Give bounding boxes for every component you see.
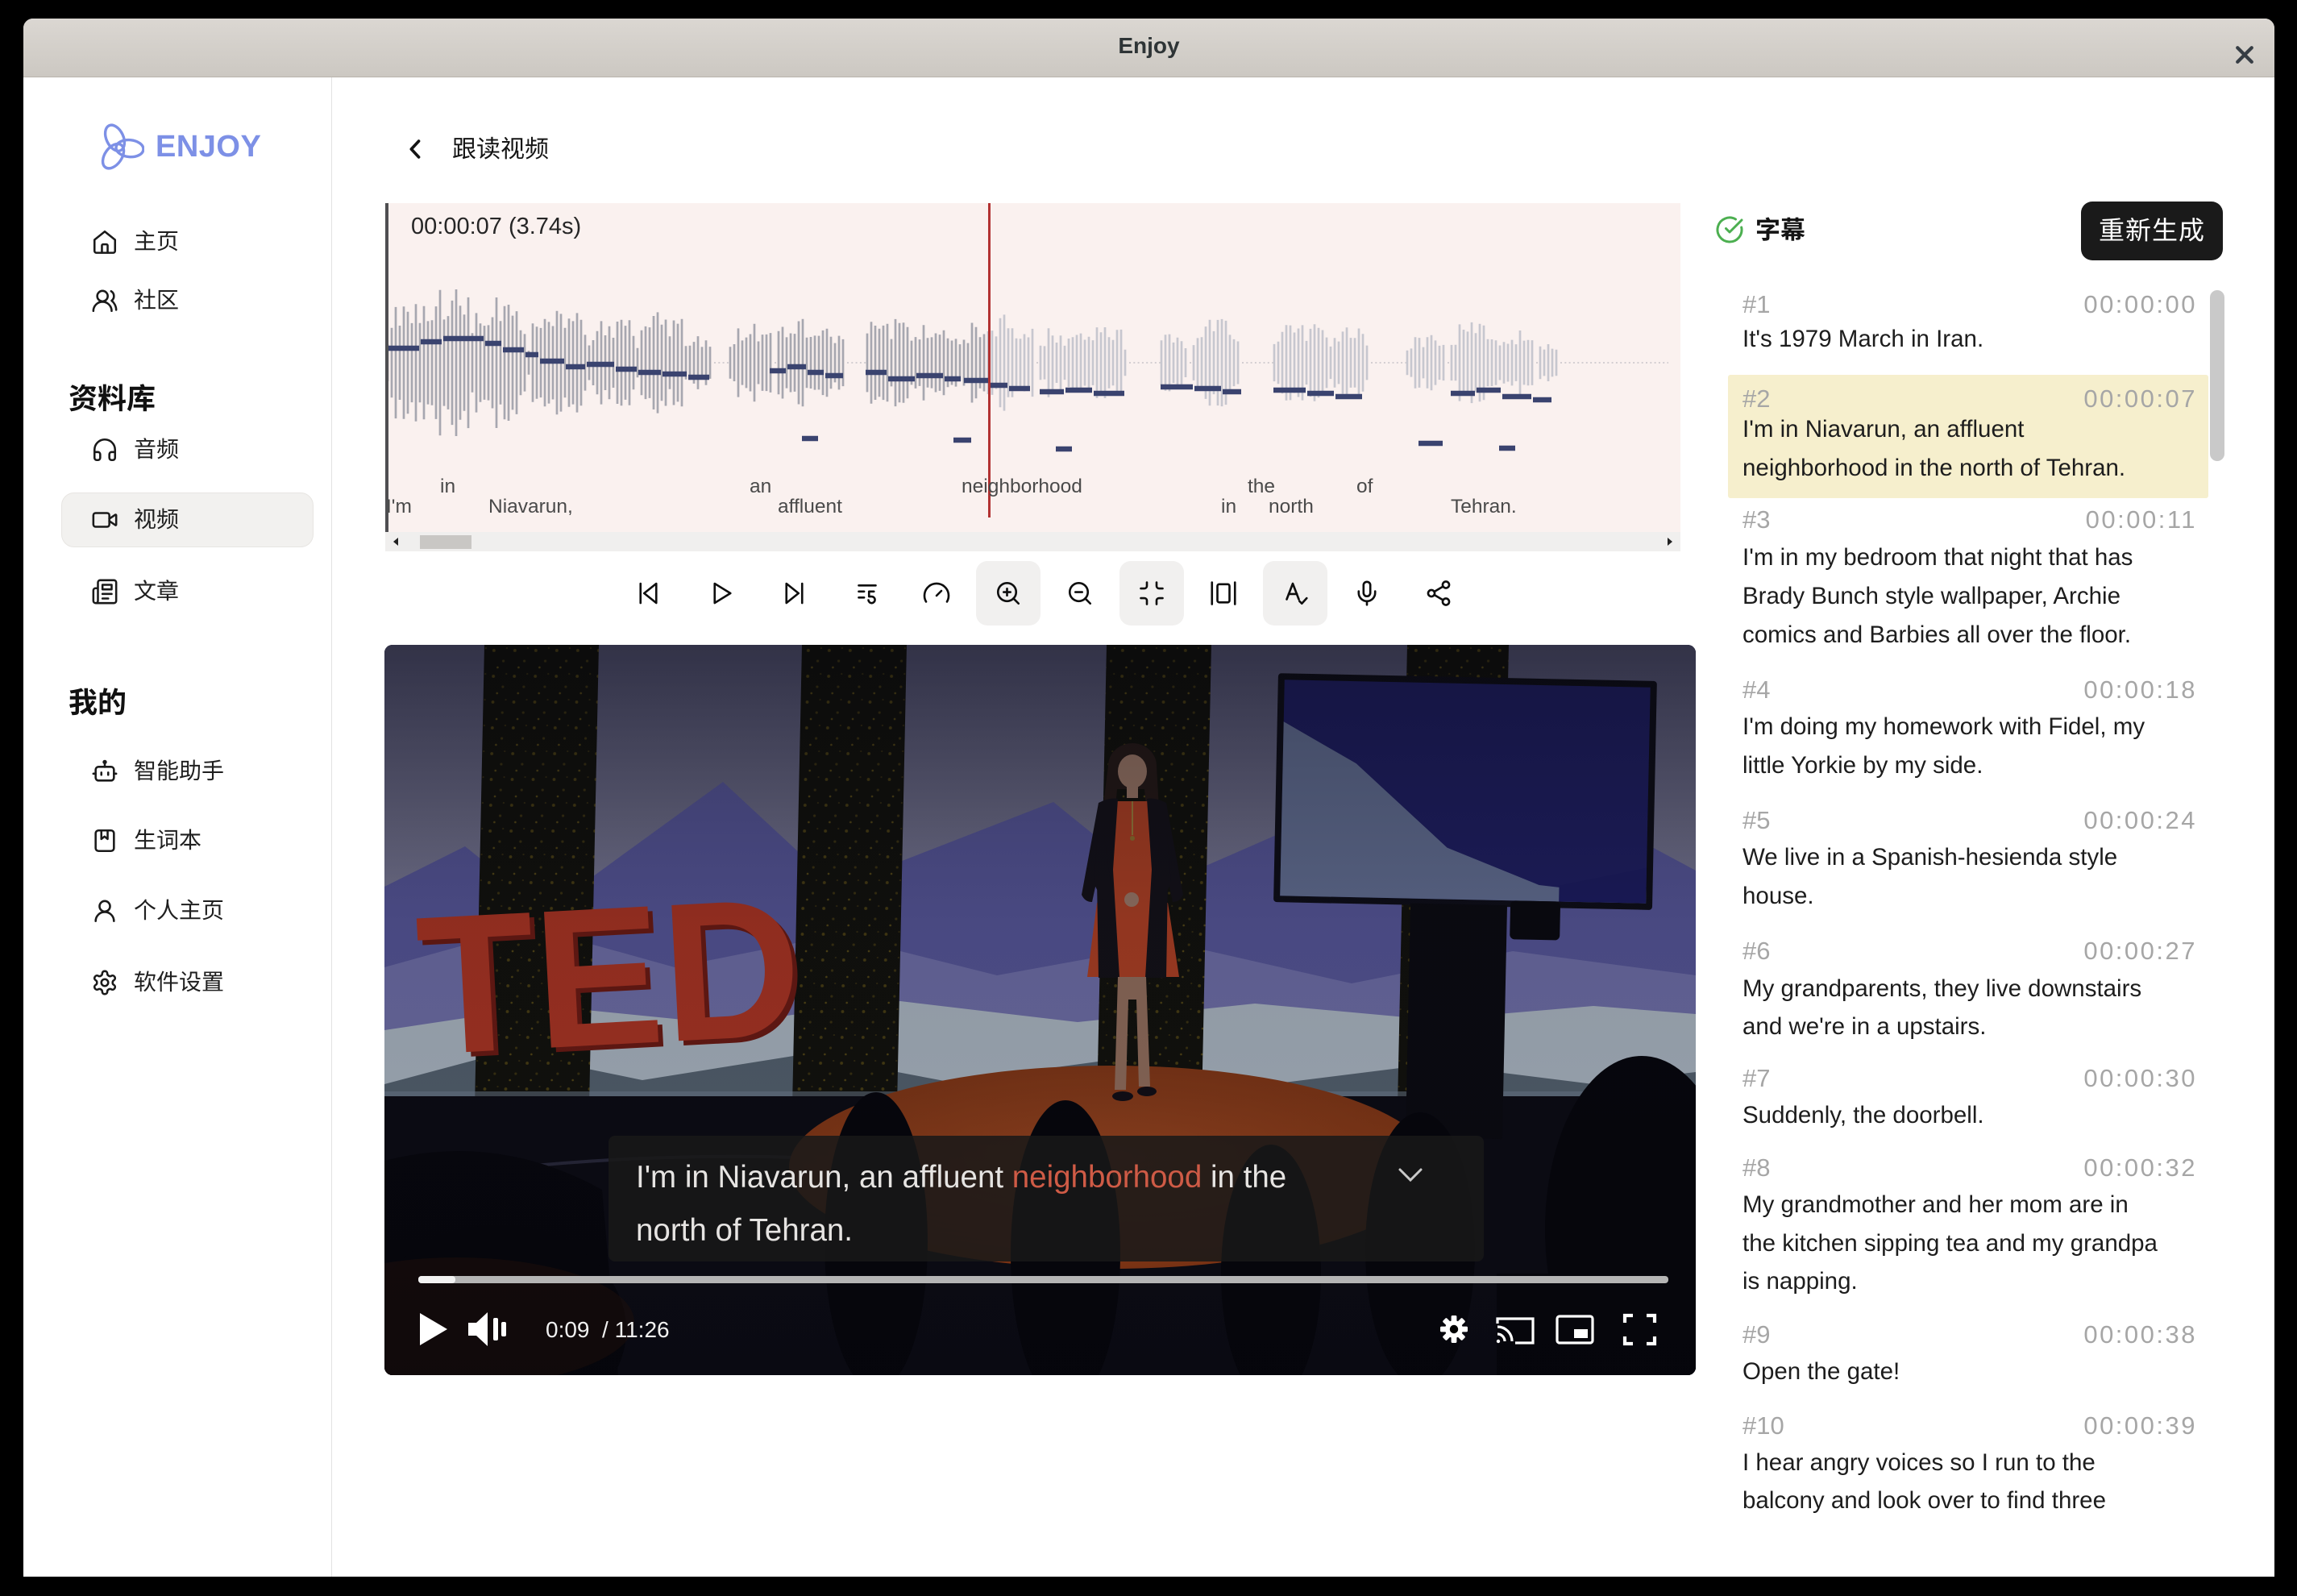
svg-text:0:09 / 11:26: 0:09 / 11:26 — [546, 1317, 670, 1342]
svg-text:I'm in Niavarun, an affluent n: I'm in Niavarun, an affluent neighborhoo… — [636, 1160, 1286, 1195]
svg-text:north of Tehran.: north of Tehran. — [636, 1213, 853, 1248]
